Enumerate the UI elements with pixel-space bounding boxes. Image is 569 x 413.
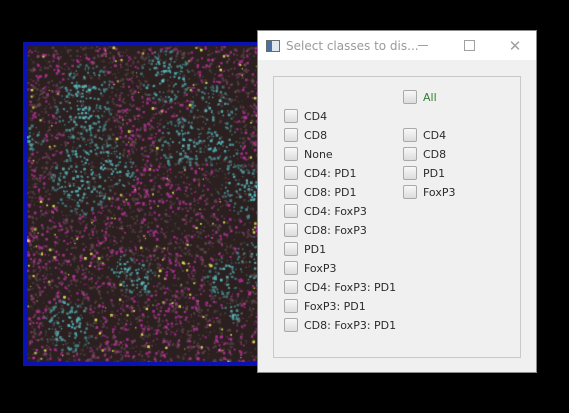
checkbox-right-item[interactable]: CD8 [403, 146, 446, 162]
maximize-button[interactable] [446, 31, 492, 60]
checkbox-left-item[interactable]: CD8: PD1 [284, 184, 356, 200]
checkbox-label: CD8: FoxP3: PD1 [304, 318, 397, 332]
checkbox-box[interactable] [284, 261, 298, 275]
checkbox-right-item[interactable]: PD1 [403, 165, 445, 181]
checkbox-box[interactable] [284, 299, 298, 313]
checkbox-label: FoxP3 [304, 261, 337, 275]
checkbox-label: CD4: FoxP3 [304, 204, 367, 218]
title-bar[interactable]: Select classes to dis... ✕ [258, 31, 536, 60]
checkbox-left-item[interactable]: CD8 [284, 127, 327, 143]
checkbox-left-item[interactable]: CD8: FoxP3 [284, 222, 367, 238]
checkbox-label: CD4 [423, 128, 447, 142]
checkbox-label: All [423, 90, 437, 104]
checkbox-left-item[interactable]: FoxP3: PD1 [284, 298, 366, 314]
checkbox-label: CD8 [304, 128, 328, 142]
checkbox-box[interactable] [284, 185, 298, 199]
checkbox-box[interactable] [284, 318, 298, 332]
checkbox-label: FoxP3 [423, 185, 456, 199]
checkbox-label: PD1 [304, 242, 327, 256]
maximize-icon [463, 40, 475, 51]
class-selection-group: All CD4 CD8 None CD4: PD1 CD8: PD1 CD4: … [273, 76, 521, 358]
minimize-button[interactable] [400, 31, 446, 60]
app-window-icon [266, 39, 280, 52]
close-icon: ✕ [508, 36, 522, 55]
checkbox-box[interactable] [284, 242, 298, 256]
checkbox-label: CD4 [304, 109, 328, 123]
checkbox-box[interactable] [403, 147, 417, 161]
checkbox-left-item[interactable]: PD1 [284, 241, 326, 257]
checkbox-left-item[interactable]: CD4: PD1 [284, 165, 356, 181]
checkbox-left-item[interactable]: CD8: FoxP3: PD1 [284, 317, 396, 333]
close-button[interactable]: ✕ [492, 31, 538, 60]
checkbox-box[interactable] [284, 147, 298, 161]
checkbox-box[interactable] [403, 185, 417, 199]
tissue-image [27, 46, 261, 362]
checkbox-label: PD1 [423, 166, 446, 180]
select-classes-dialog: Select classes to dis... ✕ All CD4 CD8 N… [257, 30, 537, 373]
checkbox-all[interactable]: All [403, 89, 437, 105]
checkbox-left-item[interactable]: CD4 [284, 108, 327, 124]
checkbox-box[interactable] [284, 128, 298, 142]
checkbox-box[interactable] [403, 166, 417, 180]
checkbox-left-item[interactable]: FoxP3 [284, 260, 336, 276]
checkbox-label: CD4: FoxP3: PD1 [304, 280, 397, 294]
checkbox-box[interactable] [403, 128, 417, 142]
checkbox-right-item[interactable]: FoxP3 [403, 184, 455, 200]
checkbox-label: CD8 [423, 147, 447, 161]
checkbox-box[interactable] [284, 109, 298, 123]
checkbox-box[interactable] [284, 166, 298, 180]
checkbox-box[interactable] [284, 204, 298, 218]
checkbox-box[interactable] [403, 90, 417, 104]
checkbox-label: None [304, 147, 333, 161]
checkbox-left-item[interactable]: None [284, 146, 333, 162]
checkbox-label: CD4: PD1 [304, 166, 357, 180]
dialog-title: Select classes to dis... [286, 38, 419, 53]
checkbox-box[interactable] [284, 223, 298, 237]
checkbox-right-item[interactable]: CD4 [403, 127, 446, 143]
image-viewer[interactable] [23, 42, 265, 366]
checkbox-label: CD8: PD1 [304, 185, 357, 199]
minimize-icon [418, 45, 428, 46]
checkbox-label: FoxP3: PD1 [304, 299, 366, 313]
checkbox-left-item[interactable]: CD4: FoxP3: PD1 [284, 279, 396, 295]
checkbox-box[interactable] [284, 280, 298, 294]
checkbox-left-item[interactable]: CD4: FoxP3 [284, 203, 367, 219]
checkbox-label: CD8: FoxP3 [304, 223, 367, 237]
